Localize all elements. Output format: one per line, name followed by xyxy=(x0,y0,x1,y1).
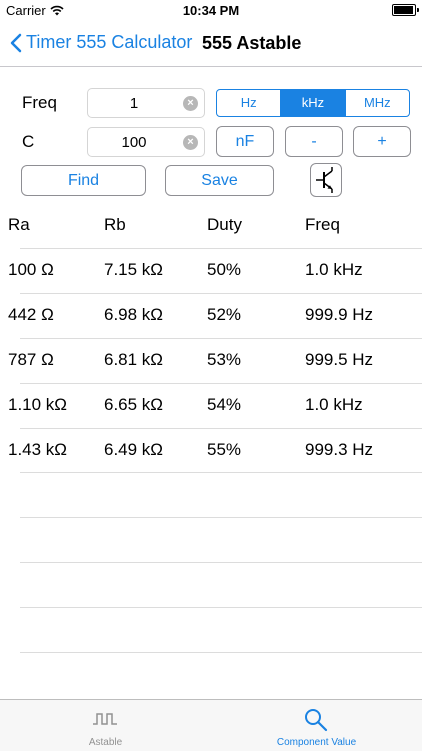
page-title: 555 Astable xyxy=(202,33,302,53)
table-header: Ra Rb Duty Freq xyxy=(0,215,422,239)
freq-label: Freq xyxy=(22,93,57,112)
chevron-left-icon xyxy=(10,33,22,52)
divider xyxy=(20,517,422,518)
battery-icon xyxy=(392,4,419,16)
tab-bar: Astable Component Value xyxy=(0,699,422,751)
decrement-button[interactable]: - xyxy=(285,126,343,157)
divider xyxy=(20,293,422,294)
capacitance-unit-button[interactable]: nF xyxy=(216,126,274,157)
divider xyxy=(20,248,422,249)
divider xyxy=(20,383,422,384)
navigation-bar: Timer 555 Calculator 555 Astable xyxy=(0,22,422,67)
capacitance-value: 100 xyxy=(121,134,147,151)
header-rb: Rb xyxy=(104,215,126,234)
transistor-icon xyxy=(316,167,333,193)
cell-freq: 1.0 kHz xyxy=(305,260,363,279)
tab-astable[interactable]: Astable xyxy=(0,700,211,751)
cell-ra: 1.10 kΩ xyxy=(8,395,68,414)
increment-button[interactable]: + xyxy=(353,126,411,157)
freq-value: 1 xyxy=(129,95,139,112)
cell-ra: 1.43 kΩ xyxy=(8,440,68,459)
header-duty: Duty xyxy=(207,215,242,234)
clear-freq-icon[interactable]: × xyxy=(183,96,198,111)
cell-freq: 999.5 Hz xyxy=(305,350,374,369)
divider xyxy=(20,562,422,563)
cell-ra: 442 Ω xyxy=(8,305,54,324)
cell-rb: 6.81 kΩ xyxy=(104,350,164,369)
divider xyxy=(20,472,422,473)
freq-input[interactable]: 1 × xyxy=(87,88,205,118)
cell-rb: 7.15 kΩ xyxy=(104,260,164,279)
header-freq: Freq xyxy=(305,215,340,234)
cell-ra: 100 Ω xyxy=(8,260,54,279)
unit-hz-segment[interactable]: Hz xyxy=(217,90,280,116)
cell-duty: 53% xyxy=(207,350,242,369)
transistor-button[interactable] xyxy=(310,163,342,197)
cell-rb: 6.98 kΩ xyxy=(104,305,164,324)
unit-khz-segment[interactable]: kHz xyxy=(280,90,345,116)
tab-astable-label: Astable xyxy=(88,737,123,748)
cell-rb: 6.49 kΩ xyxy=(104,440,164,459)
header-ra: Ra xyxy=(8,215,30,234)
status-time: 10:34 PM xyxy=(182,3,240,18)
cell-duty: 52% xyxy=(207,305,242,324)
divider xyxy=(20,428,422,429)
cell-duty: 50% xyxy=(207,260,242,279)
status-bar: Carrier 10:34 PM xyxy=(0,0,422,22)
cell-rb: 6.65 kΩ xyxy=(104,395,164,414)
divider xyxy=(20,652,422,653)
capacitance-input[interactable]: 100 × xyxy=(87,127,205,157)
save-button[interactable]: Save xyxy=(165,165,274,196)
square-wave-icon xyxy=(93,713,117,725)
tab-component-value-label: Component Value xyxy=(276,737,357,748)
freq-unit-segmented-control[interactable]: Hz kHz MHz xyxy=(216,89,410,117)
cell-freq: 999.3 Hz xyxy=(305,440,374,459)
divider xyxy=(20,338,422,339)
cell-freq: 999.9 Hz xyxy=(305,305,374,324)
cell-ra: 787 Ω xyxy=(8,350,54,369)
cell-freq: 1.0 kHz xyxy=(305,395,363,414)
cell-duty: 55% xyxy=(207,440,242,459)
cell-duty: 54% xyxy=(207,395,242,414)
divider xyxy=(20,607,422,608)
clear-capacitance-icon[interactable]: × xyxy=(183,135,198,150)
find-button[interactable]: Find xyxy=(21,165,146,196)
tab-component-value[interactable]: Component Value xyxy=(211,700,422,751)
c-label: C xyxy=(22,132,35,151)
back-label: Timer 555 Calculator xyxy=(26,32,193,52)
unit-mhz-segment[interactable]: MHz xyxy=(344,90,409,116)
back-button[interactable]: Timer 555 Calculator xyxy=(10,32,192,53)
search-icon xyxy=(305,709,328,732)
